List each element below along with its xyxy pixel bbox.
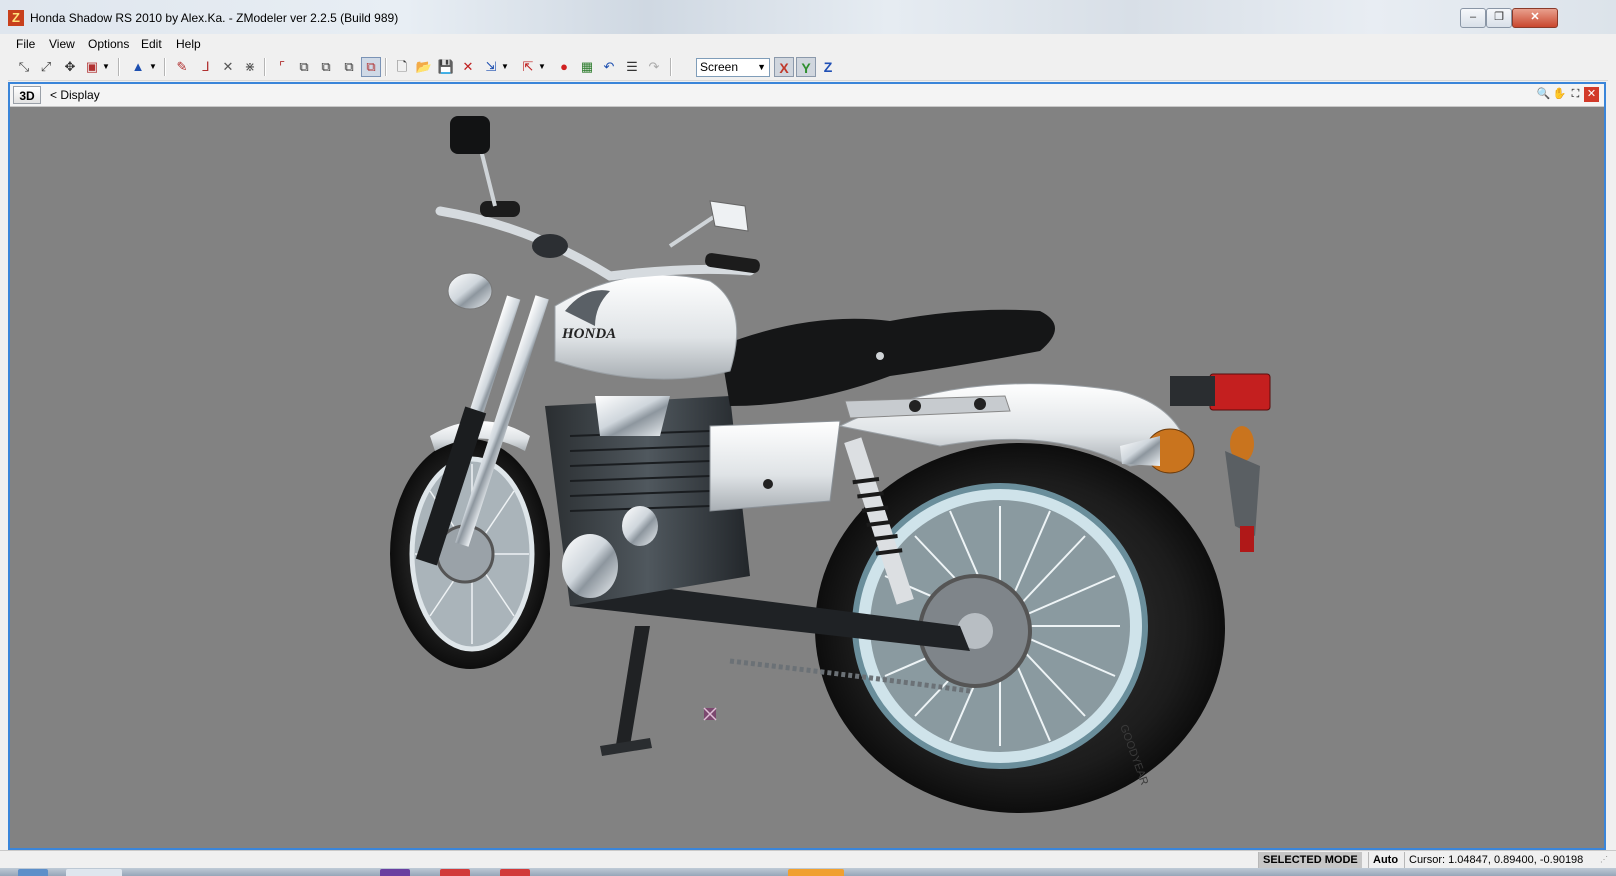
scale-icon[interactable]: ▣: [82, 57, 102, 77]
axis-icon[interactable]: ⅃: [196, 57, 216, 77]
axis-x-toggle[interactable]: X: [774, 57, 794, 77]
right-mirror-stem: [668, 214, 717, 248]
engine-cover: [562, 534, 618, 598]
zoom-icon[interactable]: 🔍: [1536, 87, 1551, 102]
close-view-icon[interactable]: ✕: [1584, 87, 1599, 102]
notes-icon[interactable]: ☰: [622, 57, 642, 77]
toolbar-separator: [264, 58, 266, 76]
dropdown-icon[interactable]: ▼: [537, 57, 547, 77]
menu-help[interactable]: Help: [176, 37, 201, 51]
left-grip: [480, 201, 520, 217]
side-cover-bolt: [763, 479, 773, 489]
vertex-select-icon[interactable]: ⤢: [36, 57, 56, 77]
box1-icon[interactable]: ⧉: [294, 57, 314, 77]
axis-z-toggle[interactable]: Z: [818, 57, 838, 77]
rail-bolt: [909, 400, 921, 412]
rail-bolt: [974, 398, 986, 410]
left-mirror-stem: [478, 145, 497, 207]
fullscreen-icon[interactable]: ⛶: [1568, 87, 1583, 102]
redo-icon[interactable]: ↷: [644, 57, 664, 77]
cross-icon[interactable]: ✕: [218, 57, 238, 77]
speedometer: [532, 234, 568, 258]
import-icon[interactable]: ⇲: [481, 57, 501, 77]
handlebar: [435, 206, 755, 281]
window-title: Honda Shadow RS 2010 by Alex.Ka. - ZMode…: [30, 11, 399, 25]
coordinate-space-value: Screen: [700, 60, 739, 74]
box2-icon[interactable]: ⧉: [316, 57, 336, 77]
viewport-display-label[interactable]: < Display: [50, 88, 100, 102]
motorcycle-model: GOODYEAR HONDA: [390, 116, 1271, 813]
box4-icon[interactable]: ⧉: [361, 57, 381, 77]
axis-y-toggle[interactable]: Y: [796, 57, 816, 77]
status-bar: SELECTED MODE Auto Cursor: 1.04847, 0.89…: [0, 850, 1616, 869]
save-icon[interactable]: 💾: [436, 57, 456, 77]
texture-icon[interactable]: ▦: [577, 57, 597, 77]
taskbar-item[interactable]: [380, 869, 410, 876]
headlight: [447, 272, 493, 310]
viewport-3d[interactable]: 3D < Display 🔍 ✋ ⛶ ✕ GOODYEAR HONDA: [8, 82, 1606, 850]
engine-cap: [622, 506, 658, 546]
status-mode: SELECTED MODE: [1258, 852, 1362, 868]
menu-file[interactable]: File: [16, 37, 35, 51]
move-icon[interactable]: ✥: [60, 57, 80, 77]
side-cover: [709, 420, 841, 512]
left-mirror: [450, 116, 490, 154]
export-icon[interactable]: ⇱: [518, 57, 538, 77]
toolbar-separator: [164, 58, 166, 76]
taskbar-item[interactable]: [500, 869, 530, 876]
dropdown-icon[interactable]: ▼: [101, 57, 111, 77]
menu-options[interactable]: Options: [88, 37, 129, 51]
restore-button[interactable]: ❐: [1486, 8, 1512, 28]
delete-icon[interactable]: ✕: [458, 57, 478, 77]
right-mirror: [709, 200, 749, 232]
multi-axis-icon[interactable]: ⋇: [240, 57, 260, 77]
coordinate-space-select[interactable]: Screen ▼: [696, 58, 770, 77]
menu-edit[interactable]: Edit: [141, 37, 162, 51]
taskbar-item-active[interactable]: [788, 869, 844, 876]
license-bracket: [1225, 451, 1260, 536]
menu-bar: File View Options Edit Help: [0, 34, 1616, 54]
view-mode-button[interactable]: 3D: [13, 86, 41, 104]
open-file-icon[interactable]: 📂: [414, 57, 434, 77]
tank-brand-text: HONDA: [561, 326, 616, 342]
main-toolbar: ⤡ ⤢ ✥ ▣ ▼ ▲ ▼ ✎ ⅃ ✕ ⋇ ⌜ ⧉ ⧉ ⧉ ⧉ 🗋 📂 💾 ✕ …: [8, 54, 1608, 81]
toolbar-separator: [118, 58, 120, 76]
os-taskbar: [0, 868, 1616, 876]
taskbar-item[interactable]: [66, 869, 122, 876]
start-button[interactable]: [18, 869, 48, 876]
menu-view[interactable]: View: [49, 37, 75, 51]
pan-icon[interactable]: ✋: [1552, 87, 1567, 102]
fit-icon[interactable]: ⌜: [272, 57, 292, 77]
dropdown-icon[interactable]: ▼: [148, 57, 158, 77]
cylinder-head: [595, 396, 670, 436]
render-icon[interactable]: ●: [554, 57, 574, 77]
status-auto: Auto: [1368, 852, 1402, 868]
pivot-marker[interactable]: [703, 707, 717, 721]
tail-light: [1209, 373, 1271, 411]
pyramid-icon[interactable]: ▲: [128, 57, 148, 77]
toolbar-separator: [385, 58, 387, 76]
new-file-icon[interactable]: 🗋: [392, 57, 412, 77]
tail-light-housing: [1170, 376, 1215, 406]
select-icon[interactable]: ⤡: [14, 57, 34, 77]
toolbar-separator: [670, 58, 672, 76]
minimize-button[interactable]: –: [1460, 8, 1486, 28]
pick-icon[interactable]: ✎: [172, 57, 192, 77]
close-button[interactable]: ✕: [1512, 8, 1558, 28]
undo-icon[interactable]: ↶: [599, 57, 619, 77]
box3-icon[interactable]: ⧉: [339, 57, 359, 77]
taskbar-item[interactable]: [440, 869, 470, 876]
seat-bolt: [876, 352, 884, 360]
status-cursor-coordinates: Cursor: 1.04847, 0.89400, -0.90198: [1404, 852, 1603, 868]
title-bar: Z Honda Shadow RS 2010 by Alex.Ka. - ZMo…: [0, 0, 1616, 34]
chevron-down-icon: ▼: [757, 62, 766, 72]
rear-reflector: [1240, 526, 1254, 552]
viewport-header: 3D < Display 🔍 ✋ ⛶ ✕: [10, 84, 1604, 107]
dropdown-icon[interactable]: ▼: [500, 57, 510, 77]
resize-grip-icon[interactable]: ⋰: [1600, 855, 1608, 864]
kickstand: [615, 626, 650, 751]
app-logo-icon: Z: [8, 10, 24, 26]
